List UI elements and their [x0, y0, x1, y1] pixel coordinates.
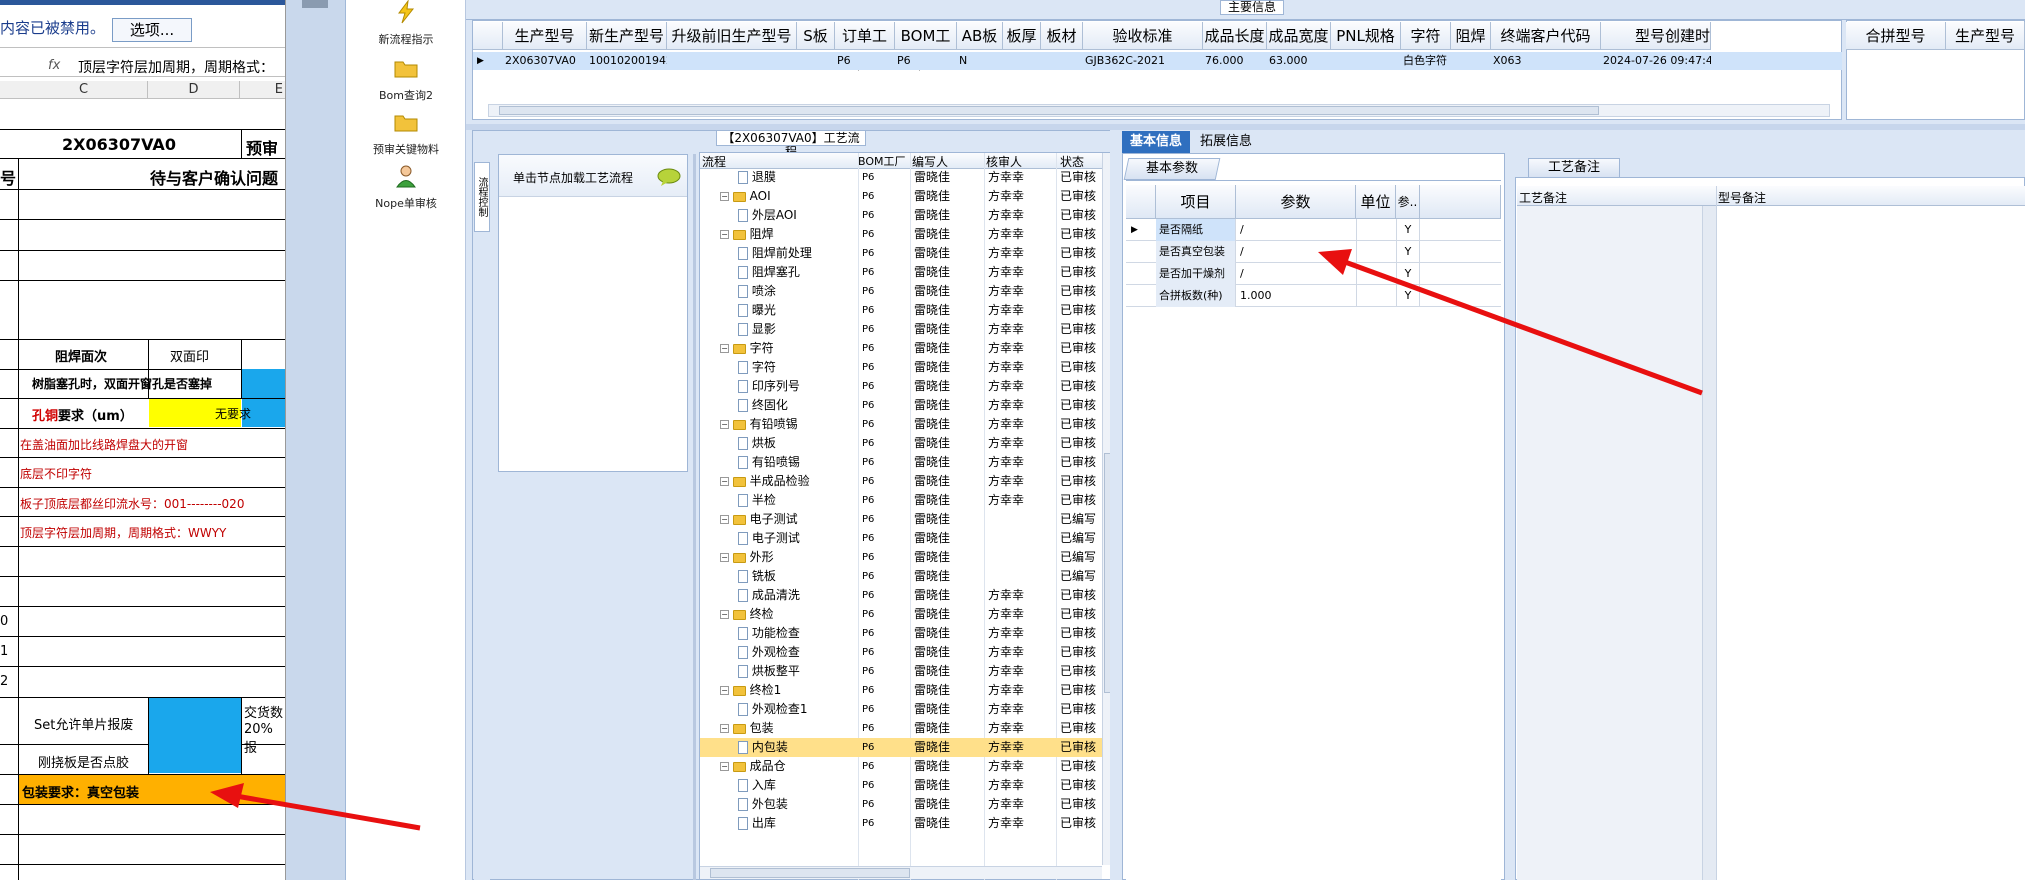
arrow-to-vacuum	[1318, 249, 1703, 396]
arrow-line-2	[1344, 259, 1703, 396]
arrow-to-packing	[210, 783, 421, 831]
arrow-line-1	[235, 793, 421, 831]
arrowhead-1	[210, 783, 244, 808]
annotation-arrows	[210, 249, 1703, 831]
arrowhead-2	[1318, 249, 1352, 275]
